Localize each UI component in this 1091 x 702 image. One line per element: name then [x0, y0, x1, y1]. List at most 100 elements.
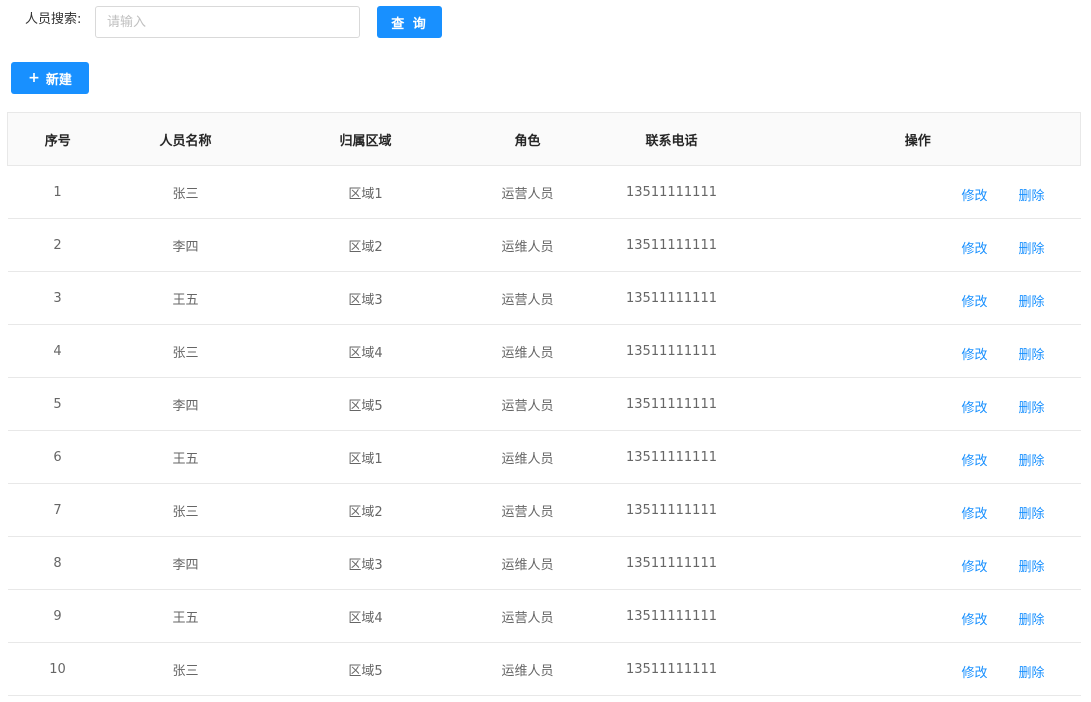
cell-index: 4	[7, 324, 108, 378]
delete-link[interactable]: 删除	[1019, 397, 1045, 416]
table-row: 3 王五 区域3 运营人员 13511111111 修改 删除	[7, 271, 1081, 325]
cell-name: 王五	[107, 589, 264, 643]
cell-name: 张三	[107, 483, 264, 537]
cell-phone: 13511111111	[587, 324, 756, 378]
cell-index: 9	[7, 589, 108, 643]
cell-phone: 13511111111	[587, 218, 756, 272]
cell-role: 运维人员	[467, 642, 588, 696]
personnel-page: 人员搜索: 查 询 + 新建 序号 人员名称 归属区域 角色 联系电话 操作 1…	[0, 0, 1091, 702]
edit-link[interactable]: 修改	[962, 344, 988, 363]
cell-name: 张三	[107, 165, 264, 219]
new-button[interactable]: + 新建	[11, 62, 89, 94]
column-header-phone: 联系电话	[587, 112, 756, 166]
table-header-row: 序号 人员名称 归属区域 角色 联系电话 操作	[7, 112, 1081, 166]
cell-index: 2	[7, 218, 108, 272]
cell-role: 运营人员	[467, 377, 588, 431]
search-label: 人员搜索:	[25, 12, 82, 27]
cell-role: 运维人员	[467, 536, 588, 590]
cell-role: 运维人员	[467, 324, 588, 378]
cell-index: 8	[7, 536, 108, 590]
edit-link[interactable]: 修改	[962, 450, 988, 469]
cell-area: 区域2	[263, 483, 468, 537]
personnel-table: 序号 人员名称 归属区域 角色 联系电话 操作 1 张三 区域1 运营人员 135111…	[7, 112, 1081, 696]
table-row: 6 王五 区域1 运维人员 13511111111 修改 删除	[7, 430, 1081, 484]
cell-index: 3	[7, 271, 108, 325]
cell-index: 5	[7, 377, 108, 431]
cell-area: 区域1	[263, 165, 468, 219]
delete-link[interactable]: 删除	[1019, 556, 1045, 575]
cell-role: 运营人员	[467, 589, 588, 643]
cell-phone: 13511111111	[587, 165, 756, 219]
table-row: 7 张三 区域2 运营人员 13511111111 修改 删除	[7, 483, 1081, 537]
delete-link[interactable]: 删除	[1019, 291, 1045, 310]
table-row: 2 李四 区域2 运维人员 13511111111 修改 删除	[7, 218, 1081, 272]
cell-actions: 修改 删除	[755, 536, 1081, 590]
cell-actions: 修改 删除	[755, 377, 1081, 431]
delete-link[interactable]: 删除	[1019, 238, 1045, 257]
cell-index: 10	[7, 642, 108, 696]
edit-link[interactable]: 修改	[962, 185, 988, 204]
cell-area: 区域3	[263, 536, 468, 590]
cell-phone: 13511111111	[587, 536, 756, 590]
cell-index: 6	[7, 430, 108, 484]
cell-phone: 13511111111	[587, 483, 756, 537]
edit-link[interactable]: 修改	[962, 238, 988, 257]
cell-area: 区域5	[263, 642, 468, 696]
delete-link[interactable]: 删除	[1019, 344, 1045, 363]
cell-actions: 修改 删除	[755, 589, 1081, 643]
cell-phone: 13511111111	[587, 271, 756, 325]
edit-link[interactable]: 修改	[962, 291, 988, 310]
delete-link[interactable]: 删除	[1019, 450, 1045, 469]
cell-name: 王五	[107, 271, 264, 325]
cell-actions: 修改 删除	[755, 218, 1081, 272]
cell-area: 区域4	[263, 324, 468, 378]
delete-link[interactable]: 删除	[1019, 503, 1045, 522]
cell-phone: 13511111111	[587, 589, 756, 643]
cell-role: 运营人员	[467, 271, 588, 325]
cell-phone: 13511111111	[587, 642, 756, 696]
cell-role: 运维人员	[467, 430, 588, 484]
table-row: 10 张三 区域5 运维人员 13511111111 修改 删除	[7, 642, 1081, 696]
edit-link[interactable]: 修改	[962, 503, 988, 522]
column-header-area: 归属区域	[263, 112, 468, 166]
cell-role: 运营人员	[467, 165, 588, 219]
cell-area: 区域2	[263, 218, 468, 272]
delete-link[interactable]: 删除	[1019, 609, 1045, 628]
table-row: 5 李四 区域5 运营人员 13511111111 修改 删除	[7, 377, 1081, 431]
cell-phone: 13511111111	[587, 430, 756, 484]
cell-name: 李四	[107, 218, 264, 272]
table-row: 9 王五 区域4 运营人员 13511111111 修改 删除	[7, 589, 1081, 643]
edit-link[interactable]: 修改	[962, 556, 988, 575]
cell-name: 王五	[107, 430, 264, 484]
cell-area: 区域3	[263, 271, 468, 325]
edit-link[interactable]: 修改	[962, 662, 988, 681]
column-header-index: 序号	[7, 112, 108, 166]
edit-link[interactable]: 修改	[962, 609, 988, 628]
cell-actions: 修改 删除	[755, 483, 1081, 537]
delete-link[interactable]: 删除	[1019, 662, 1045, 681]
cell-name: 张三	[107, 324, 264, 378]
cell-phone: 13511111111	[587, 377, 756, 431]
search-input[interactable]	[95, 6, 360, 38]
cell-actions: 修改 删除	[755, 165, 1081, 219]
table-row: 8 李四 区域3 运维人员 13511111111 修改 删除	[7, 536, 1081, 590]
edit-link[interactable]: 修改	[962, 397, 988, 416]
column-header-name: 人员名称	[107, 112, 264, 166]
table-row: 4 张三 区域4 运维人员 13511111111 修改 删除	[7, 324, 1081, 378]
cell-index: 1	[7, 165, 108, 219]
column-header-actions: 操作	[755, 112, 1081, 166]
query-button[interactable]: 查 询	[377, 6, 442, 38]
table-body: 1 张三 区域1 运营人员 13511111111 修改 删除 2 李四 区域2 运维人员 13511…	[7, 165, 1081, 696]
plus-icon: +	[28, 70, 40, 86]
new-button-label: 新建	[45, 72, 72, 88]
table-row: 1 张三 区域1 运营人员 13511111111 修改 删除	[7, 165, 1081, 219]
cell-area: 区域1	[263, 430, 468, 484]
cell-actions: 修改 删除	[755, 430, 1081, 484]
cell-name: 李四	[107, 536, 264, 590]
cell-role: 运维人员	[467, 218, 588, 272]
cell-area: 区域4	[263, 589, 468, 643]
delete-link[interactable]: 删除	[1019, 185, 1045, 204]
cell-actions: 修改 删除	[755, 642, 1081, 696]
column-header-role: 角色	[467, 112, 588, 166]
cell-name: 李四	[107, 377, 264, 431]
